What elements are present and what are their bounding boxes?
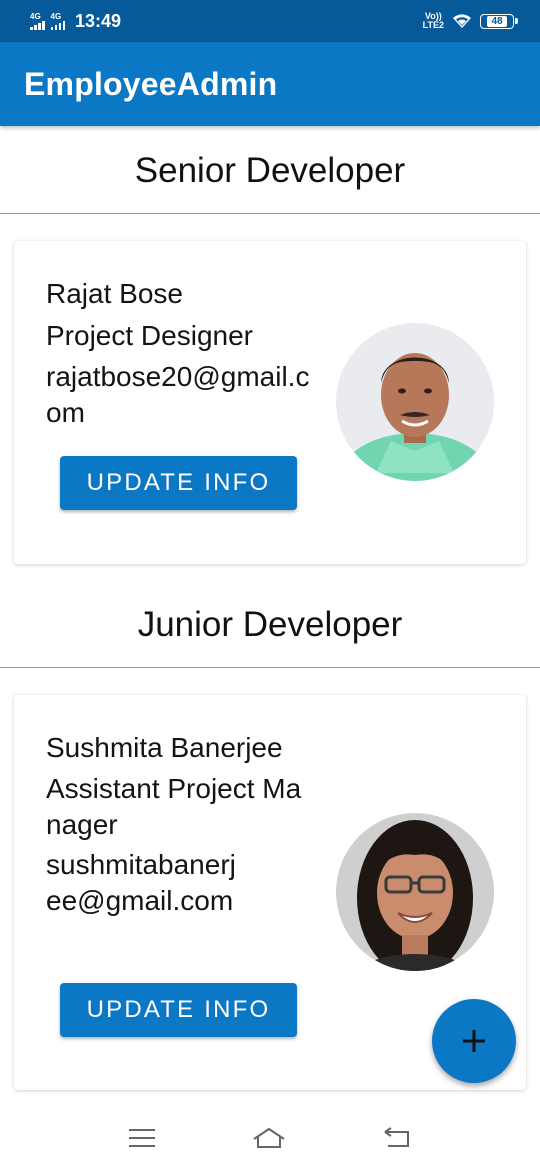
- status-bar: 4G 4G 13:49 Vo)) LTE2 48: [0, 0, 540, 42]
- update-info-button[interactable]: UPDATE INFO: [60, 456, 297, 510]
- plus-icon: [463, 1030, 485, 1052]
- add-employee-button[interactable]: [432, 999, 516, 1083]
- employee-role: Project Designer: [46, 320, 253, 351]
- employee-role: Assistant Project Manager: [46, 773, 302, 840]
- employee-details: Sushmita Banerjee Assistant Project Mana…: [46, 729, 306, 923]
- employee-email: rajatbose20@gmail.com: [46, 361, 310, 428]
- status-time: 13:49: [75, 10, 122, 31]
- signal-icon-1: 4G: [30, 11, 45, 30]
- avatar: [336, 813, 494, 971]
- employee-details: Rajat Bose Project Designer rajatbose20@…: [46, 275, 321, 435]
- avatar: [336, 323, 494, 481]
- volte-bottom: LTE2: [422, 20, 444, 30]
- network-type-1: 4G: [30, 11, 41, 21]
- employee-card: Rajat Bose Project Designer rajatbose20@…: [14, 241, 526, 564]
- battery-icon: 48: [480, 13, 518, 29]
- signal-icon-2: 4G: [50, 11, 65, 30]
- status-left: 4G 4G 13:49: [30, 11, 121, 32]
- home-icon[interactable]: [251, 1126, 287, 1150]
- back-icon[interactable]: [382, 1127, 412, 1149]
- battery-level: 48: [487, 15, 507, 27]
- section-heading-junior: Junior Developer: [0, 582, 540, 668]
- menu-icon[interactable]: [128, 1127, 156, 1149]
- volte-indicator: Vo)) LTE2: [423, 12, 444, 30]
- section-heading-senior: Senior Developer: [0, 128, 540, 214]
- wifi-icon: [453, 14, 471, 28]
- employee-email: sushmitabanerjee@gmail.com: [46, 849, 236, 916]
- employee-name: Sushmita Banerjee: [46, 732, 283, 763]
- status-right: Vo)) LTE2 48: [423, 12, 518, 30]
- app-bar: EmployeeAdmin: [0, 42, 540, 126]
- employee-name: Rajat Bose: [46, 278, 183, 309]
- system-nav-bar: [0, 1106, 540, 1170]
- network-type-2: 4G: [50, 11, 62, 21]
- app-title: EmployeeAdmin: [24, 65, 278, 102]
- update-info-button[interactable]: UPDATE INFO: [60, 983, 297, 1037]
